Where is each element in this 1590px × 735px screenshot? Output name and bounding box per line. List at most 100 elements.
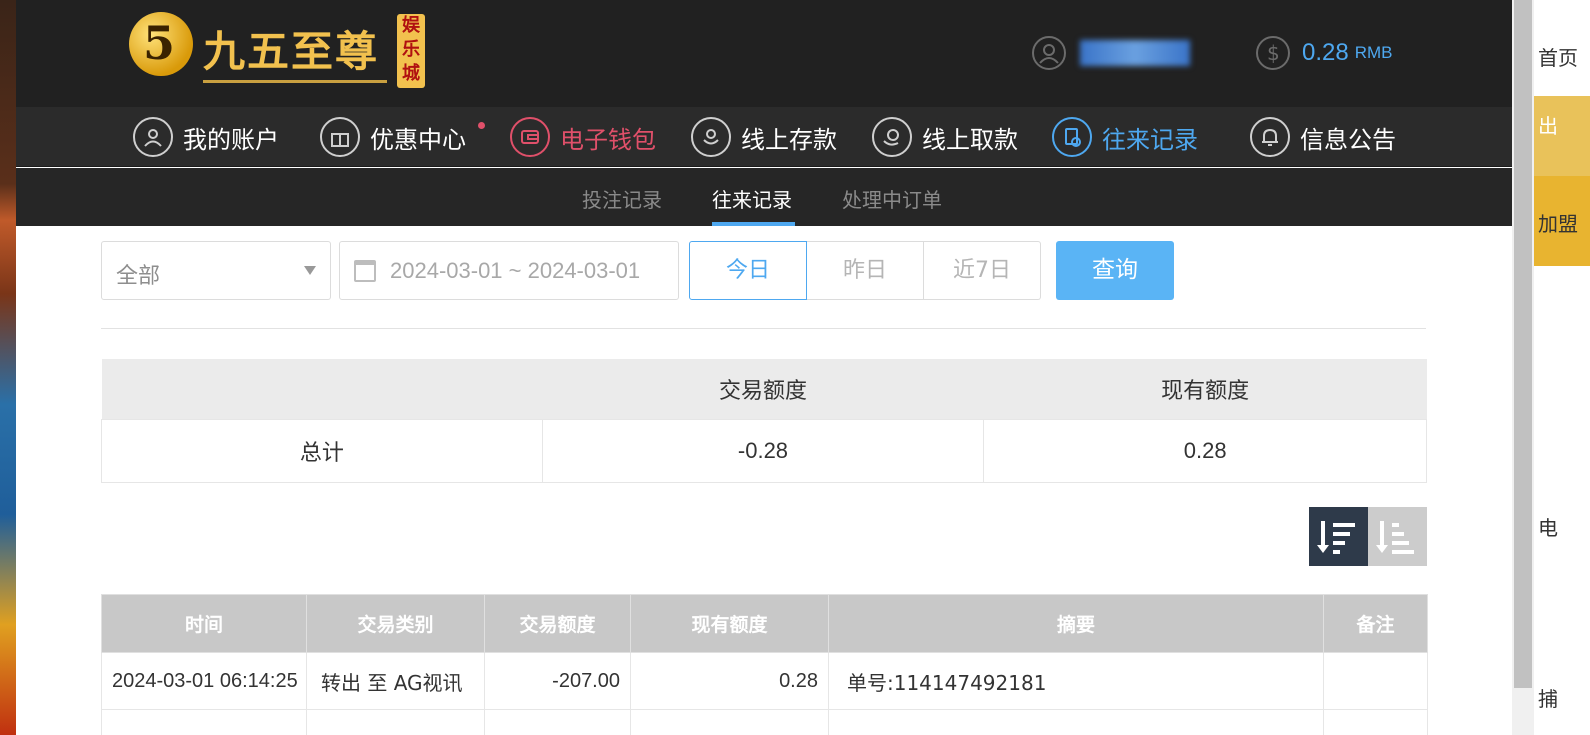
user-avatar-icon bbox=[1032, 36, 1066, 70]
sort-bar bbox=[1333, 523, 1355, 527]
background-page-left bbox=[0, 0, 16, 735]
dollar-icon: $ bbox=[1256, 36, 1290, 70]
summary-header-cell bbox=[101, 359, 543, 419]
nav-e-wallet[interactable]: 电子钱包 bbox=[510, 117, 656, 157]
sort-ascending-icon bbox=[1376, 517, 1420, 557]
balance-value: 0.28 bbox=[1302, 39, 1349, 66]
records-icon bbox=[1052, 117, 1092, 157]
sort-bar bbox=[1392, 550, 1414, 554]
type-select[interactable]: 全部 bbox=[101, 241, 331, 300]
summary-row: 总计 -0.28 0.28 bbox=[101, 418, 1427, 483]
user-icon bbox=[133, 117, 173, 157]
divider bbox=[101, 328, 1426, 329]
cell-empty bbox=[101, 709, 307, 735]
nav-online-deposit[interactable]: 线上存款 bbox=[691, 117, 837, 157]
sort-bar bbox=[1392, 523, 1399, 527]
nav-transaction-records[interactable]: 往来记录 bbox=[1052, 117, 1198, 157]
nav-announcements[interactable]: 信息公告 bbox=[1250, 117, 1396, 157]
brand-logo[interactable]: 5 九五至尊 娱乐城 bbox=[129, 12, 429, 92]
background-page-right: 首页 出 加盟 电 捕 bbox=[1534, 0, 1590, 735]
logo-tag-text: 娱乐城 bbox=[402, 15, 420, 84]
gift-icon bbox=[320, 117, 360, 157]
main-nav: 我的账户 优惠中心 电子钱包 线上存款 线上取款 往来记录 信息公告 bbox=[16, 107, 1512, 167]
summary-total-label: 总计 bbox=[101, 418, 543, 483]
nav-my-account[interactable]: 我的账户 bbox=[133, 117, 279, 157]
notification-dot bbox=[478, 122, 485, 129]
cell-empty bbox=[630, 709, 829, 735]
summary-table: 交易额度 现有额度 总计 -0.28 0.28 bbox=[101, 359, 1427, 483]
sort-bar bbox=[1333, 550, 1340, 554]
summary-header-row: 交易额度 现有额度 bbox=[101, 359, 1427, 419]
column-header-type[interactable]: 交易类别 bbox=[306, 594, 485, 653]
table-row[interactable]: 2024-03-01 06:14:25 转出 至 AG视讯 -207.00 0.… bbox=[101, 652, 1428, 710]
screen: { "brand": { "badge": "5", "name": "九五至尊… bbox=[0, 0, 1590, 735]
sort-bar bbox=[1392, 532, 1404, 536]
type-select-value: 全部 bbox=[116, 264, 161, 289]
cell-type: 转出 至 AG视讯 bbox=[306, 652, 485, 710]
scrollbar-thumb[interactable] bbox=[1514, 0, 1532, 688]
tab-pending-orders[interactable]: 处理中订单 bbox=[842, 184, 942, 213]
cell-empty bbox=[1323, 709, 1428, 735]
nav-label: 信息公告 bbox=[1300, 125, 1396, 154]
summary-total-balance: 0.28 bbox=[983, 418, 1427, 483]
cell-empty bbox=[828, 709, 1324, 735]
account-modal: 5 九五至尊 娱乐城 $ 0.28 RMB 我的账户 优惠中心 电子钱包 线上存… bbox=[16, 0, 1512, 735]
bell-icon bbox=[1250, 117, 1290, 157]
active-tab-indicator bbox=[712, 222, 795, 226]
nav-label: 线上存款 bbox=[741, 125, 837, 154]
cell-note bbox=[1323, 652, 1428, 710]
calendar-icon bbox=[354, 260, 376, 282]
logo-tag: 娱乐城 bbox=[397, 14, 425, 88]
tab-bet-records[interactable]: 投注记录 bbox=[582, 184, 662, 213]
deposit-icon bbox=[691, 117, 731, 157]
nav-promotions[interactable]: 优惠中心 bbox=[320, 117, 466, 157]
nav-online-withdraw[interactable]: 线上取款 bbox=[872, 117, 1018, 157]
date-range-input[interactable]: 2024-03-01 ~ 2024-03-01 bbox=[339, 241, 679, 300]
balance-currency: RMB bbox=[1354, 43, 1393, 62]
withdraw-icon bbox=[872, 117, 912, 157]
wallet-icon bbox=[510, 117, 550, 157]
balance-display: $ 0.28 RMB bbox=[1256, 36, 1393, 70]
column-header-summary[interactable]: 摘要 bbox=[828, 594, 1324, 653]
sub-nav: 投注记录 往来记录 处理中订单 bbox=[16, 168, 1512, 226]
background-text: 捕 bbox=[1538, 687, 1558, 711]
column-header-note[interactable]: 备注 bbox=[1323, 594, 1428, 653]
column-header-amount[interactable]: 交易额度 bbox=[484, 594, 631, 653]
cell-time: 2024-03-01 06:14:25 bbox=[101, 652, 307, 710]
summary-total-amount: -0.28 bbox=[541, 418, 985, 483]
quick-today-button[interactable]: 今日 bbox=[689, 241, 807, 300]
background-text: 电 bbox=[1538, 516, 1558, 540]
sort-descending-icon bbox=[1317, 517, 1361, 557]
records-header-row: 时间 交易类别 交易额度 现有额度 摘要 备注 bbox=[101, 594, 1428, 653]
tab-transaction-records[interactable]: 往来记录 bbox=[712, 184, 792, 213]
table-row bbox=[101, 709, 1428, 735]
sort-descending-button[interactable] bbox=[1309, 507, 1368, 566]
nav-label: 线上取款 bbox=[922, 125, 1018, 154]
logo-title: 九五至尊 bbox=[203, 27, 380, 76]
quick-7days-button[interactable]: 近7日 bbox=[924, 241, 1041, 300]
logo-badge-text: 5 bbox=[143, 16, 176, 70]
cell-empty bbox=[306, 709, 485, 735]
sort-ascending-button[interactable] bbox=[1368, 507, 1427, 566]
date-range-value: 2024-03-01 ~ 2024-03-01 bbox=[390, 258, 641, 283]
background-text: 出 bbox=[1538, 114, 1558, 138]
quick-yesterday-button[interactable]: 昨日 bbox=[807, 241, 924, 300]
background-text: 首页 bbox=[1538, 46, 1578, 70]
column-header-balance[interactable]: 现有额度 bbox=[630, 594, 829, 653]
cell-amount: -207.00 bbox=[484, 652, 631, 710]
username-redacted bbox=[1080, 40, 1190, 66]
cell-empty bbox=[484, 709, 631, 735]
search-button[interactable]: 查询 bbox=[1056, 241, 1174, 300]
chevron-down-icon bbox=[304, 266, 316, 275]
nav-label: 往来记录 bbox=[1102, 125, 1198, 154]
arrow-head bbox=[1376, 545, 1388, 553]
background-text: 加盟 bbox=[1538, 212, 1578, 236]
cell-summary: 单号:114147492181 bbox=[828, 652, 1324, 710]
column-header-time[interactable]: 时间 bbox=[101, 594, 307, 653]
summary-header-cell: 交易额度 bbox=[542, 359, 984, 419]
nav-label: 我的账户 bbox=[183, 125, 279, 154]
scrollbar[interactable] bbox=[1512, 0, 1534, 735]
sort-bar bbox=[1333, 541, 1345, 545]
user-info[interactable] bbox=[1032, 36, 1190, 70]
logo-badge: 5 bbox=[129, 12, 193, 76]
